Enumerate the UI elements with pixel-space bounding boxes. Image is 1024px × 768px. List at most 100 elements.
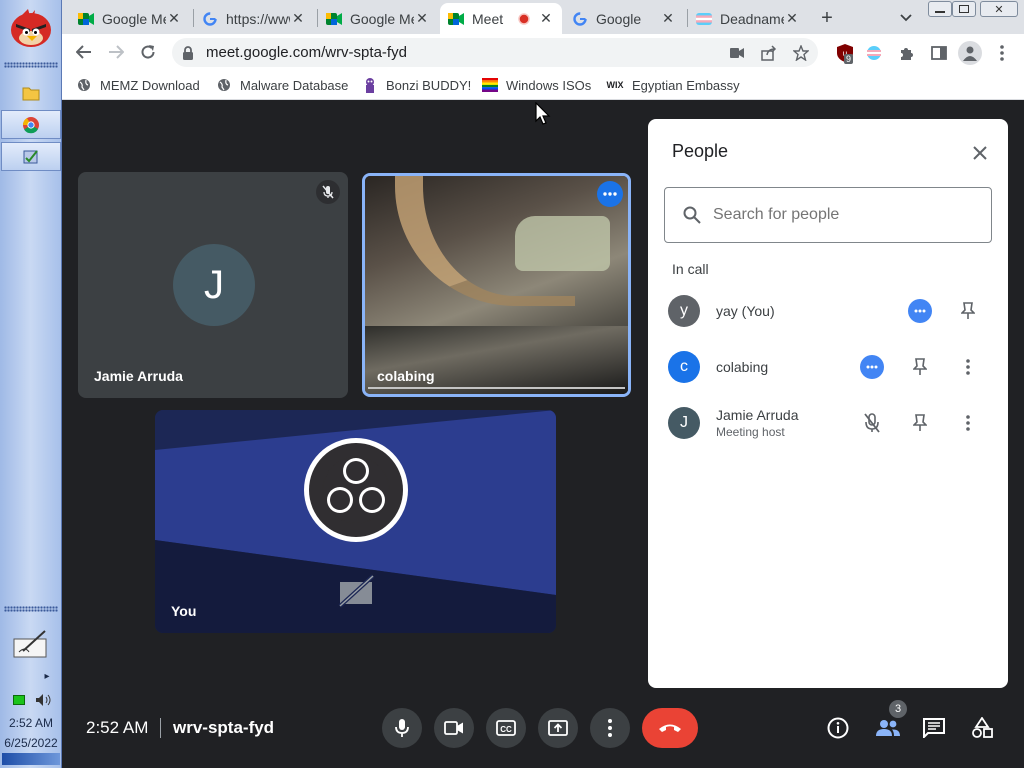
maximize-window-icon[interactable] (952, 1, 976, 17)
more-actions-button[interactable] (860, 355, 884, 379)
trans-extension-icon[interactable] (864, 43, 884, 63)
participant-tile-colabing[interactable]: colabing (362, 173, 631, 397)
pin-icon[interactable] (908, 411, 932, 435)
svg-text:CC: CC (500, 725, 512, 734)
tab-title: https://www.google.com (226, 10, 290, 27)
chat-button[interactable] (920, 715, 948, 741)
bookmark-malware-database[interactable]: Malware Database (216, 76, 348, 94)
more-options-button[interactable] (590, 708, 630, 748)
more-horiz-icon (866, 365, 878, 369)
person-row-colabing[interactable]: c colabing (648, 339, 1008, 395)
microphone-button[interactable] (382, 708, 422, 748)
bookmark-label: MEMZ Download (100, 77, 200, 93)
microphone-icon (395, 719, 409, 737)
person-row-jamie[interactable]: J Jamie Arruda Meeting host (648, 395, 1008, 451)
captions-button[interactable]: CC (486, 708, 526, 748)
volume-icon[interactable] (34, 692, 52, 708)
trans-flag-icon (696, 11, 712, 27)
close-icon[interactable]: ✕ (660, 10, 676, 27)
taskbar-app-button[interactable] (1, 142, 61, 171)
chrome-tab-strip: Google Meet ✕ https://www.google.com ✕ G… (62, 0, 1024, 34)
side-panel-icon[interactable] (928, 42, 950, 64)
more-options-button[interactable] (597, 181, 623, 207)
bookmark-bonzi-buddy[interactable]: Bonzi BUDDY! (362, 76, 471, 94)
meeting-details-button[interactable] (825, 715, 851, 741)
chrome-menu-icon[interactable] (992, 41, 1012, 65)
tab-google-meet-2[interactable]: Google Meet ✕ (318, 3, 438, 34)
participant-tile-jamie[interactable]: J Jamie Arruda (78, 172, 348, 398)
participant-name: colabing (377, 368, 435, 384)
lock-icon[interactable] (182, 45, 196, 61)
chrome-icon (23, 116, 39, 133)
present-screen-button[interactable] (538, 708, 578, 748)
participant-tile-you[interactable]: You (155, 410, 556, 633)
more-vert-icon[interactable] (956, 355, 980, 379)
taskbar-grip[interactable] (4, 62, 58, 68)
close-icon[interactable]: ✕ (290, 10, 306, 27)
folder-icon[interactable] (20, 82, 42, 104)
search-people-field[interactable] (664, 187, 992, 243)
profile-avatar-icon[interactable] (958, 41, 982, 65)
tab-search-chevron-icon[interactable] (896, 8, 916, 28)
tab-google-meet-1[interactable]: Google Meet ✕ (70, 3, 190, 34)
close-icon[interactable]: ✕ (166, 10, 182, 27)
ublock-extension-icon[interactable]: u 9 (834, 42, 856, 64)
wix-icon: WIX (606, 80, 624, 90)
pin-icon[interactable] (908, 355, 932, 379)
back-arrow-icon[interactable] (72, 40, 96, 64)
angry-bird-start-icon[interactable] (8, 8, 54, 48)
person-avatar: J (668, 407, 700, 439)
bookmark-star-icon[interactable] (792, 44, 810, 62)
address-bar[interactable]: meet.google.com/wrv-spta-fyd (172, 38, 818, 67)
tab-title: Deadname (720, 10, 784, 27)
participant-name: You (171, 603, 197, 619)
minimize-window-icon[interactable] (928, 1, 952, 17)
reload-icon[interactable] (136, 40, 160, 64)
new-tab-plus-icon[interactable]: + (816, 7, 838, 29)
search-icon (683, 206, 701, 224)
close-window-icon[interactable]: ✕ (980, 1, 1018, 17)
share-icon[interactable] (760, 44, 778, 62)
forward-arrow-icon[interactable] (104, 40, 128, 64)
pin-icon[interactable] (956, 299, 980, 323)
taskbar-bottom-bar (2, 753, 60, 765)
people-icon (876, 720, 900, 736)
muted-mic-icon[interactable] (860, 411, 884, 435)
activities-button[interactable] (968, 715, 996, 741)
tab-deadname[interactable]: Deadname ✕ (688, 3, 808, 34)
people-button[interactable]: 3 (872, 700, 907, 743)
bookmark-label: Windows ISOs (506, 77, 592, 93)
extensions-puzzle-icon[interactable] (896, 42, 918, 64)
close-panel-button[interactable] (966, 139, 994, 167)
bookmark-label: Egyptian Embassy (632, 77, 740, 93)
search-people-input[interactable] (713, 206, 963, 224)
bookmark-egyptian-embassy[interactable]: WIX Egyptian Embassy (606, 76, 740, 94)
close-icon[interactable]: ✕ (538, 10, 554, 27)
more-actions-button[interactable] (908, 299, 932, 323)
bookmark-label: Malware Database (240, 77, 349, 93)
close-icon[interactable]: ✕ (414, 10, 430, 27)
url-text[interactable]: meet.google.com/wrv-spta-fyd (206, 44, 407, 61)
tab-google-url[interactable]: https://www.google.com ✕ (194, 3, 314, 34)
network-icon[interactable] (12, 693, 26, 707)
more-vert-icon[interactable] (956, 411, 980, 435)
tray-expand-arrow-icon[interactable]: ▸ (40, 669, 54, 683)
leave-call-button[interactable] (642, 708, 698, 748)
tab-google[interactable]: Google ✕ (564, 3, 684, 34)
obs-logo-icon (304, 438, 408, 542)
tab-title: Google (596, 10, 642, 27)
tab-meet-active[interactable]: Meet ✕ (440, 3, 562, 34)
bookmark-windows-isos[interactable]: Windows ISOs (482, 76, 591, 94)
close-icon[interactable]: ✕ (784, 10, 800, 27)
person-row-you[interactable]: y yay (You) (648, 283, 1008, 339)
sketch-app-icon[interactable] (13, 627, 49, 659)
taskbar-chrome-button[interactable] (1, 110, 61, 139)
tray-clock[interactable]: 2:52 AM (0, 716, 62, 730)
muted-mic-icon (316, 180, 340, 204)
camera-button[interactable] (434, 708, 474, 748)
camera-in-use-icon[interactable] (728, 44, 746, 62)
people-panel: People In call y yay (You) (648, 119, 1008, 688)
taskbar-grip[interactable] (4, 606, 58, 612)
tray-date[interactable]: 6/25/2022 (0, 736, 62, 750)
bookmark-memz-download[interactable]: MEMZ Download (76, 76, 200, 94)
